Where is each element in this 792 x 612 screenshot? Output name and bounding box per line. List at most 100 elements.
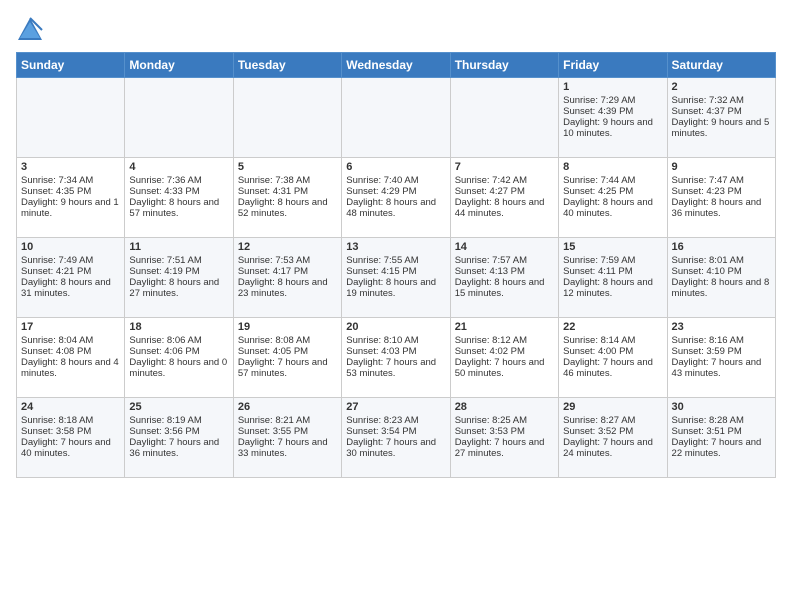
calendar-cell: 13Sunrise: 7:55 AMSunset: 4:15 PMDayligh… <box>342 238 450 318</box>
sunrise-text: Sunrise: 8:06 AM <box>129 335 228 346</box>
sunset-text: Sunset: 4:15 PM <box>346 266 445 277</box>
sunrise-text: Sunrise: 8:16 AM <box>672 335 771 346</box>
sunset-text: Sunset: 3:56 PM <box>129 426 228 437</box>
daylight-text: Daylight: 7 hours and 53 minutes. <box>346 357 445 379</box>
sunset-text: Sunset: 3:55 PM <box>238 426 337 437</box>
logo <box>16 16 48 44</box>
sunrise-text: Sunrise: 8:19 AM <box>129 415 228 426</box>
sunrise-text: Sunrise: 8:25 AM <box>455 415 554 426</box>
day-number: 12 <box>238 241 337 253</box>
sunset-text: Sunset: 4:21 PM <box>21 266 120 277</box>
sunrise-text: Sunrise: 7:51 AM <box>129 255 228 266</box>
day-number: 26 <box>238 401 337 413</box>
calendar-cell: 30Sunrise: 8:28 AMSunset: 3:51 PMDayligh… <box>667 398 775 478</box>
day-number: 3 <box>21 161 120 173</box>
calendar-header-wednesday: Wednesday <box>342 53 450 78</box>
calendar-cell: 1Sunrise: 7:29 AMSunset: 4:39 PMDaylight… <box>559 78 667 158</box>
sunset-text: Sunset: 4:10 PM <box>672 266 771 277</box>
calendar-header-row: SundayMondayTuesdayWednesdayThursdayFrid… <box>17 53 776 78</box>
sunrise-text: Sunrise: 8:23 AM <box>346 415 445 426</box>
sunrise-text: Sunrise: 7:49 AM <box>21 255 120 266</box>
sunrise-text: Sunrise: 8:01 AM <box>672 255 771 266</box>
daylight-text: Daylight: 9 hours and 5 minutes. <box>672 117 771 139</box>
day-number: 6 <box>346 161 445 173</box>
calendar-cell: 19Sunrise: 8:08 AMSunset: 4:05 PMDayligh… <box>233 318 341 398</box>
daylight-text: Daylight: 9 hours and 10 minutes. <box>563 117 662 139</box>
day-number: 2 <box>672 81 771 93</box>
day-number: 8 <box>563 161 662 173</box>
daylight-text: Daylight: 7 hours and 27 minutes. <box>455 437 554 459</box>
sunrise-text: Sunrise: 7:40 AM <box>346 175 445 186</box>
sunrise-text: Sunrise: 7:38 AM <box>238 175 337 186</box>
calendar-cell: 3Sunrise: 7:34 AMSunset: 4:35 PMDaylight… <box>17 158 125 238</box>
sunset-text: Sunset: 4:08 PM <box>21 346 120 357</box>
sunrise-text: Sunrise: 8:08 AM <box>238 335 337 346</box>
sunrise-text: Sunrise: 7:36 AM <box>129 175 228 186</box>
day-number: 16 <box>672 241 771 253</box>
calendar-cell: 11Sunrise: 7:51 AMSunset: 4:19 PMDayligh… <box>125 238 233 318</box>
calendar-cell: 18Sunrise: 8:06 AMSunset: 4:06 PMDayligh… <box>125 318 233 398</box>
calendar-cell: 16Sunrise: 8:01 AMSunset: 4:10 PMDayligh… <box>667 238 775 318</box>
calendar-cell: 9 Sunrise: 7:47 AMSunset: 4:23 PMDaylight… <box>667 158 775 238</box>
logo-icon <box>16 16 44 44</box>
day-number: 10 <box>21 241 120 253</box>
sunset-text: Sunset: 4:03 PM <box>346 346 445 357</box>
sunset-text: Sunset: 4:23 PM <box>672 186 771 197</box>
calendar-cell: 4Sunrise: 7:36 AMSunset: 4:33 PMDaylight… <box>125 158 233 238</box>
sunrise-text: Sunrise: 7:47 AM <box>672 175 771 186</box>
calendar: SundayMondayTuesdayWednesdayThursdayFrid… <box>16 52 776 478</box>
sunset-text: Sunset: 4:06 PM <box>129 346 228 357</box>
day-number: 9 <box>672 161 771 173</box>
daylight-text: Daylight: 8 hours and 19 minutes. <box>346 277 445 299</box>
day-number: 28 <box>455 401 554 413</box>
day-number: 29 <box>563 401 662 413</box>
daylight-text: Daylight: 8 hours and 36 minutes. <box>672 197 771 219</box>
sunset-text: Sunset: 3:54 PM <box>346 426 445 437</box>
calendar-cell: 8Sunrise: 7:44 AMSunset: 4:25 PMDaylight… <box>559 158 667 238</box>
daylight-text: Daylight: 7 hours and 43 minutes. <box>672 357 771 379</box>
daylight-text: Daylight: 9 hours and 1 minute. <box>21 197 120 219</box>
calendar-cell: 14Sunrise: 7:57 AMSunset: 4:13 PMDayligh… <box>450 238 558 318</box>
sunset-text: Sunset: 4:39 PM <box>563 106 662 117</box>
calendar-cell: 12Sunrise: 7:53 AMSunset: 4:17 PMDayligh… <box>233 238 341 318</box>
sunset-text: Sunset: 4:37 PM <box>672 106 771 117</box>
day-number: 20 <box>346 321 445 333</box>
sunrise-text: Sunrise: 7:57 AM <box>455 255 554 266</box>
calendar-cell: 24Sunrise: 8:18 AMSunset: 3:58 PMDayligh… <box>17 398 125 478</box>
calendar-cell: 23Sunrise: 8:16 AMSunset: 3:59 PMDayligh… <box>667 318 775 398</box>
calendar-header-saturday: Saturday <box>667 53 775 78</box>
day-number: 15 <box>563 241 662 253</box>
daylight-text: Daylight: 7 hours and 57 minutes. <box>238 357 337 379</box>
calendar-cell: 10Sunrise: 7:49 AMSunset: 4:21 PMDayligh… <box>17 238 125 318</box>
calendar-cell: 2 Sunrise: 7:32 AMSunset: 4:37 PMDaylight… <box>667 78 775 158</box>
sunset-text: Sunset: 4:25 PM <box>563 186 662 197</box>
calendar-cell: 20Sunrise: 8:10 AMSunset: 4:03 PMDayligh… <box>342 318 450 398</box>
sunset-text: Sunset: 4:31 PM <box>238 186 337 197</box>
calendar-header-tuesday: Tuesday <box>233 53 341 78</box>
sunrise-text: Sunrise: 8:04 AM <box>21 335 120 346</box>
calendar-cell: 17Sunrise: 8:04 AMSunset: 4:08 PMDayligh… <box>17 318 125 398</box>
calendar-header-monday: Monday <box>125 53 233 78</box>
calendar-header-sunday: Sunday <box>17 53 125 78</box>
day-number: 23 <box>672 321 771 333</box>
sunset-text: Sunset: 4:02 PM <box>455 346 554 357</box>
sunrise-text: Sunrise: 8:18 AM <box>21 415 120 426</box>
sunset-text: Sunset: 4:05 PM <box>238 346 337 357</box>
page-header <box>16 16 776 44</box>
calendar-cell: 29Sunrise: 8:27 AMSunset: 3:52 PMDayligh… <box>559 398 667 478</box>
sunset-text: Sunset: 3:52 PM <box>563 426 662 437</box>
daylight-text: Daylight: 7 hours and 46 minutes. <box>563 357 662 379</box>
sunrise-text: Sunrise: 8:21 AM <box>238 415 337 426</box>
day-number: 24 <box>21 401 120 413</box>
daylight-text: Daylight: 7 hours and 24 minutes. <box>563 437 662 459</box>
daylight-text: Daylight: 8 hours and 57 minutes. <box>129 197 228 219</box>
daylight-text: Daylight: 7 hours and 22 minutes. <box>672 437 771 459</box>
sunrise-text: Sunrise: 7:59 AM <box>563 255 662 266</box>
calendar-cell: 25Sunrise: 8:19 AMSunset: 3:56 PMDayligh… <box>125 398 233 478</box>
daylight-text: Daylight: 7 hours and 50 minutes. <box>455 357 554 379</box>
sunrise-text: Sunrise: 7:55 AM <box>346 255 445 266</box>
daylight-text: Daylight: 7 hours and 36 minutes. <box>129 437 228 459</box>
sunrise-text: Sunrise: 7:32 AM <box>672 95 771 106</box>
sunrise-text: Sunrise: 8:28 AM <box>672 415 771 426</box>
sunset-text: Sunset: 4:33 PM <box>129 186 228 197</box>
